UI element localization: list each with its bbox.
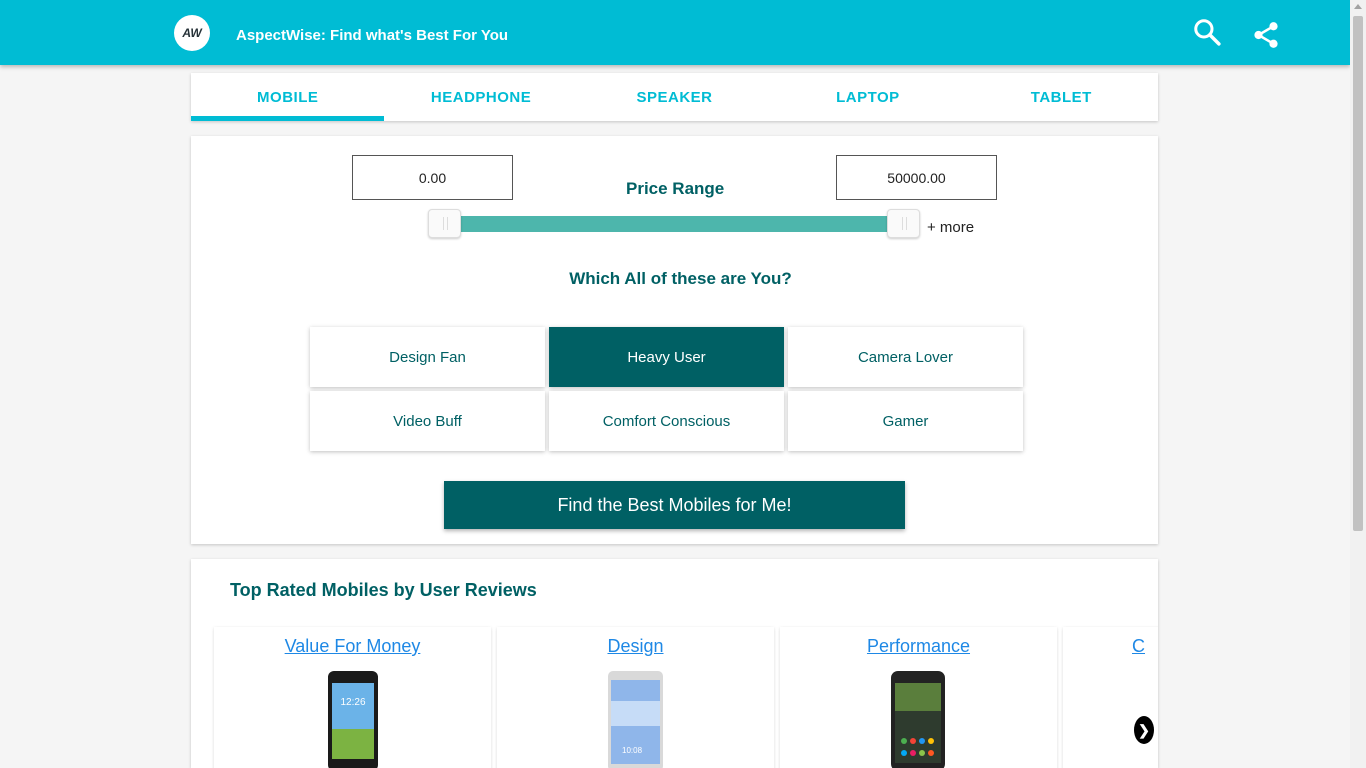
price-slider-min-handle[interactable]	[428, 209, 461, 238]
category-link-value-for-money[interactable]: Value For Money	[214, 636, 491, 657]
tab-speaker[interactable]: SPEAKER	[578, 73, 771, 121]
app-logo[interactable]: AW	[174, 15, 210, 51]
page-scrollbar[interactable]	[1350, 0, 1366, 768]
carousel-next-button[interactable]: ❯	[1134, 716, 1154, 744]
price-slider-track[interactable]	[446, 216, 891, 232]
filter-card: Price Range + more Which All of these ar…	[191, 136, 1158, 544]
tab-mobile[interactable]: MOBILE	[191, 73, 385, 121]
search-icon[interactable]	[1192, 17, 1222, 47]
persona-heavy-user[interactable]: Heavy User	[549, 327, 784, 387]
persona-video-buff[interactable]: Video Buff	[310, 391, 545, 451]
top-app-bar: AW AspectWise: Find what's Best For You	[0, 0, 1350, 65]
category-card-design: Design 10:08	[497, 627, 774, 768]
app-title: AspectWise: Find what's Best For You	[236, 27, 509, 44]
persona-gamer[interactable]: Gamer	[788, 391, 1023, 451]
share-icon[interactable]	[1251, 20, 1281, 50]
scroll-up-arrow-icon[interactable]	[1354, 4, 1362, 9]
chevron-right-icon: ❯	[1138, 721, 1150, 738]
category-tabs: MOBILE HEADPHONE SPEAKER LAPTOP TABLET	[191, 73, 1158, 121]
svg-text:10:08: 10:08	[622, 746, 643, 755]
category-link-design[interactable]: Design	[497, 636, 774, 657]
phone-image[interactable]: 12:26	[328, 671, 378, 768]
scrollbar-thumb[interactable]	[1353, 16, 1363, 531]
persona-design-fan[interactable]: Design Fan	[310, 327, 545, 387]
category-card-performance: Performance	[780, 627, 1057, 768]
category-link-partial[interactable]: C	[1063, 636, 1158, 657]
more-price-label: + more	[927, 219, 975, 236]
category-card-partial: C	[1063, 627, 1158, 768]
max-price-input[interactable]	[836, 155, 997, 200]
phone-image[interactable]: 10:08	[608, 671, 663, 768]
tab-headphone[interactable]: HEADPHONE	[384, 73, 577, 121]
min-price-input[interactable]	[352, 155, 513, 200]
logo-text: AW	[182, 26, 202, 40]
tab-tablet[interactable]: TABLET	[965, 73, 1158, 121]
svg-text:12:26: 12:26	[340, 697, 365, 708]
persona-camera-lover[interactable]: Camera Lover	[788, 327, 1023, 387]
persona-comfort-conscious[interactable]: Comfort Conscious	[549, 391, 784, 451]
persona-question: Which All of these are You?	[569, 269, 792, 288]
find-best-mobiles-button[interactable]: Find the Best Mobiles for Me!	[444, 481, 905, 529]
phone-image[interactable]	[891, 671, 945, 768]
top-rated-card: Top Rated Mobiles by User Reviews Value …	[191, 559, 1158, 768]
price-slider-max-handle[interactable]	[887, 209, 920, 238]
tab-laptop[interactable]: LAPTOP	[771, 73, 964, 121]
price-range-label: Price Range	[626, 179, 725, 198]
category-card-value-for-money: Value For Money 12:26	[214, 627, 491, 768]
category-link-performance[interactable]: Performance	[780, 636, 1057, 657]
top-rated-title: Top Rated Mobiles by User Reviews	[230, 580, 537, 600]
